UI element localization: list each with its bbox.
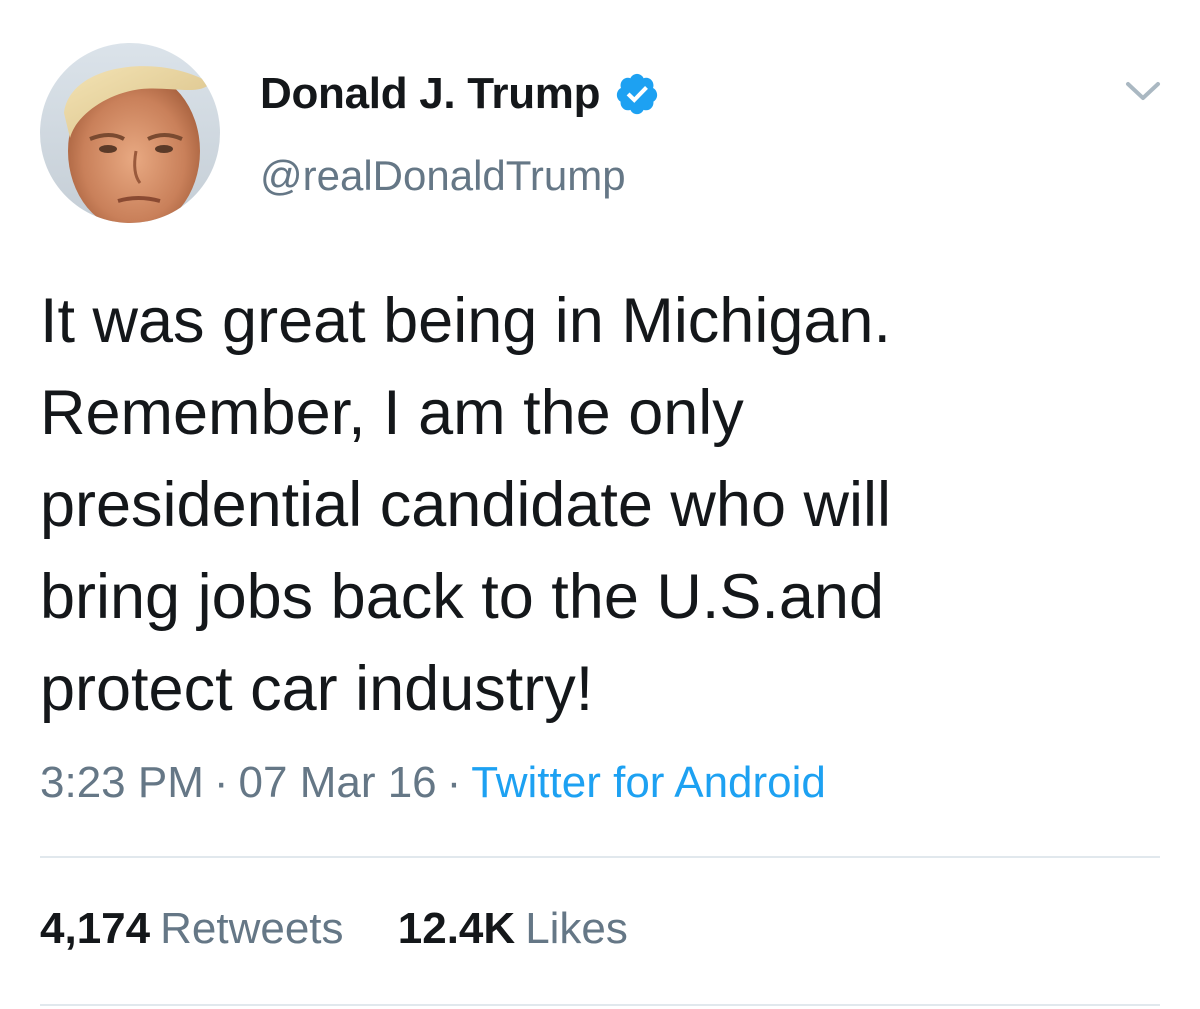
author-name-row[interactable]: Donald J. Trump: [260, 66, 660, 122]
tweet-source-link[interactable]: Twitter for Android: [471, 758, 826, 807]
retweets-label: Retweets: [160, 904, 344, 953]
meta-separator: ·: [446, 758, 462, 807]
verified-badge-icon: [614, 71, 660, 117]
meta-separator: ·: [213, 758, 229, 807]
avatar-image: [40, 43, 220, 223]
author-avatar[interactable]: [40, 43, 220, 223]
tweet-detail: Donald J. Trump @realDonaldTrump It was …: [0, 0, 1200, 1009]
tweet-text: It was great being in Michigan. Remember…: [40, 286, 891, 724]
divider: [40, 856, 1160, 858]
chevron-down-icon[interactable]: [1120, 74, 1166, 110]
tweet-meta: 3:23 PM · 07 Mar 16 · Twitter for Android: [40, 758, 826, 808]
likes-stat[interactable]: 12.4K Likes: [398, 904, 628, 954]
author-handle[interactable]: @realDonaldTrump: [260, 152, 626, 200]
tweet-date[interactable]: 07 Mar 16: [239, 758, 437, 807]
divider: [40, 1004, 1160, 1006]
author-display-name: Donald J. Trump: [260, 69, 601, 118]
retweets-count: 4,174: [40, 904, 151, 953]
likes-label: Likes: [525, 904, 628, 953]
retweets-stat[interactable]: 4,174 Retweets: [40, 904, 344, 954]
tweet-stats: 4,174 Retweets 12.4K Likes: [40, 904, 670, 954]
likes-count: 12.4K: [397, 904, 516, 953]
tweet-time[interactable]: 3:23 PM: [40, 758, 204, 807]
